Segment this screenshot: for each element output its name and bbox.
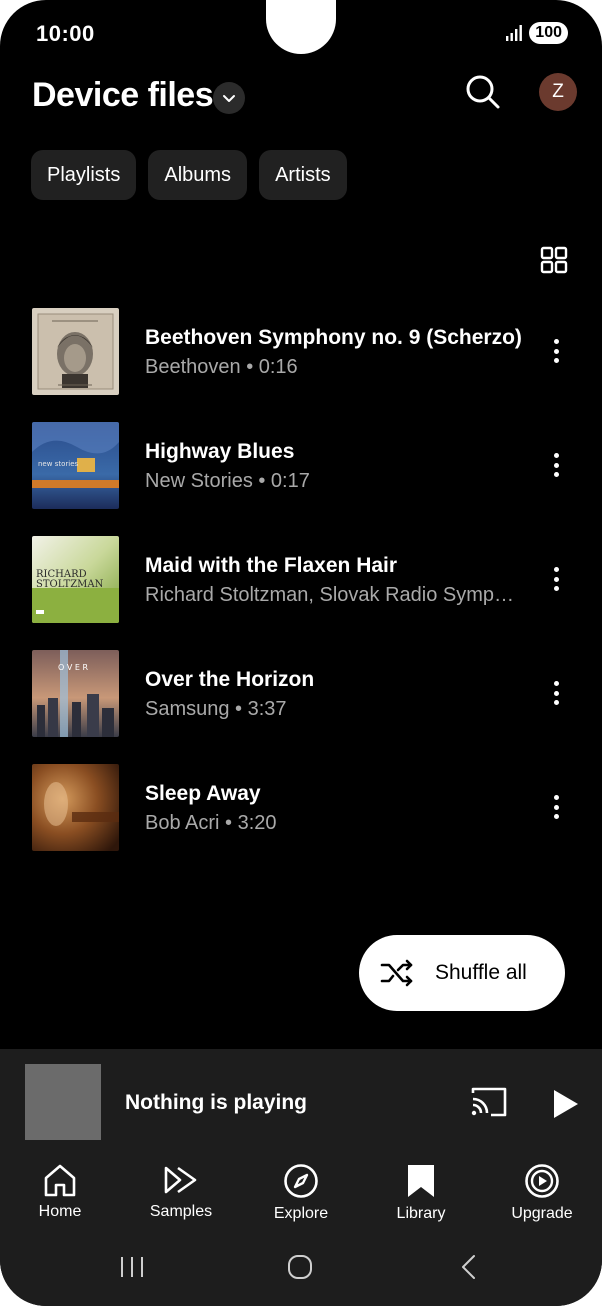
track-row[interactable]: Sleep Away Bob Acri • 3:20 <box>0 764 602 854</box>
track-subtitle: Beethoven • 0:16 <box>145 356 298 378</box>
cast-button[interactable] <box>469 1085 509 1119</box>
svg-text:new stories: new stories <box>38 460 78 468</box>
album-art-sleep-away <box>32 764 119 851</box>
nav-explore-label: Explore <box>273 1205 329 1222</box>
play-icon <box>554 1090 578 1118</box>
nav-home[interactable]: Home <box>10 1163 110 1221</box>
page-title: Device files <box>32 76 214 114</box>
nav-samples-label: Samples <box>149 1203 213 1220</box>
track-subtitle: New Stories • 0:17 <box>145 470 310 492</box>
track-row[interactable]: new stories Highway Blues New Stories • … <box>0 422 602 512</box>
nav-samples[interactable]: Samples <box>131 1163 231 1221</box>
nav-library[interactable]: Library <box>371 1163 471 1223</box>
svg-text:O V E R: O V E R <box>58 663 88 672</box>
svg-text:STOLTZMAN: STOLTZMAN <box>36 579 104 590</box>
album-art-maid-flaxen: RICHARD STOLTZMAN <box>32 536 119 623</box>
shuffle-all-label: Shuffle all <box>435 961 527 984</box>
recent-apps-icon[interactable] <box>118 1253 146 1281</box>
more-options-button[interactable] <box>543 564 569 594</box>
nav-library-label: Library <box>396 1205 446 1222</box>
track-title: Highway Blues <box>145 440 295 463</box>
album-art-beethoven <box>32 308 119 395</box>
miniplayer-status: Nothing is playing <box>125 1091 307 1114</box>
miniplayer-artwork <box>25 1064 101 1140</box>
chip-albums[interactable]: Albums <box>148 150 248 200</box>
search-icon <box>466 75 500 109</box>
shuffle-all-button[interactable]: Shuffle all <box>359 935 565 1011</box>
avatar[interactable]: Z <box>539 73 577 111</box>
chevron-down-icon <box>223 95 235 102</box>
track-title: Sleep Away <box>145 782 261 805</box>
grid-view-toggle[interactable] <box>540 246 568 274</box>
title-dropdown-button[interactable] <box>213 82 245 114</box>
filter-chips: Playlists Albums Artists <box>31 150 347 200</box>
track-title: Over the Horizon <box>145 668 315 691</box>
nav-home-label: Home <box>38 1203 82 1220</box>
explore-compass-icon <box>284 1164 318 1198</box>
signal-icon <box>506 25 523 41</box>
cast-icon <box>471 1087 507 1117</box>
status-icons: 100 <box>505 22 568 44</box>
nav-upgrade-label: Upgrade <box>511 1205 573 1222</box>
bottom-navigation: Home Samples Explore Library Upgrade <box>0 1163 602 1233</box>
track-row[interactable]: O V E R Over the Horizon Samsung • 3:37 <box>0 650 602 740</box>
home-system-icon[interactable] <box>286 1253 314 1281</box>
chip-artists[interactable]: Artists <box>259 150 347 200</box>
more-options-button[interactable] <box>543 450 569 480</box>
track-row[interactable]: Beethoven Symphony no. 9 (Scherzo) Beeth… <box>0 308 602 398</box>
upgrade-icon <box>525 1164 559 1198</box>
track-title: Beethoven Symphony no. 9 (Scherzo) <box>145 326 522 349</box>
album-art-over-the-horizon: O V E R <box>32 650 119 737</box>
track-subtitle: Richard Stoltzman, Slovak Radio Symphony… <box>145 584 520 606</box>
home-icon <box>44 1164 76 1197</box>
samples-icon <box>164 1166 197 1194</box>
search-button[interactable] <box>463 72 503 112</box>
back-icon[interactable] <box>456 1253 484 1281</box>
nav-explore[interactable]: Explore <box>251 1163 351 1223</box>
more-options-button[interactable] <box>543 792 569 822</box>
track-title: Maid with the Flaxen Hair <box>145 554 398 577</box>
chip-playlists[interactable]: Playlists <box>31 150 137 200</box>
shuffle-icon <box>380 959 413 987</box>
track-subtitle: Samsung • 3:37 <box>145 698 287 720</box>
battery-indicator: 100 <box>529 22 568 44</box>
grid-view-icon <box>540 246 568 274</box>
system-navigation-bar <box>0 1245 602 1290</box>
album-art-highway-blues: new stories <box>32 422 119 509</box>
camera-notch <box>266 0 336 54</box>
status-time: 10:00 <box>36 21 95 46</box>
phone-screen: 10:00 100 Device files Z Playlists Album… <box>0 0 602 1306</box>
track-subtitle: Bob Acri • 3:20 <box>145 812 277 834</box>
play-button[interactable] <box>548 1087 582 1121</box>
more-options-button[interactable] <box>543 678 569 708</box>
nav-upgrade[interactable]: Upgrade <box>492 1163 592 1223</box>
more-options-button[interactable] <box>543 336 569 366</box>
library-bookmark-icon <box>408 1165 434 1197</box>
track-row[interactable]: RICHARD STOLTZMAN Maid with the Flaxen H… <box>0 536 602 626</box>
